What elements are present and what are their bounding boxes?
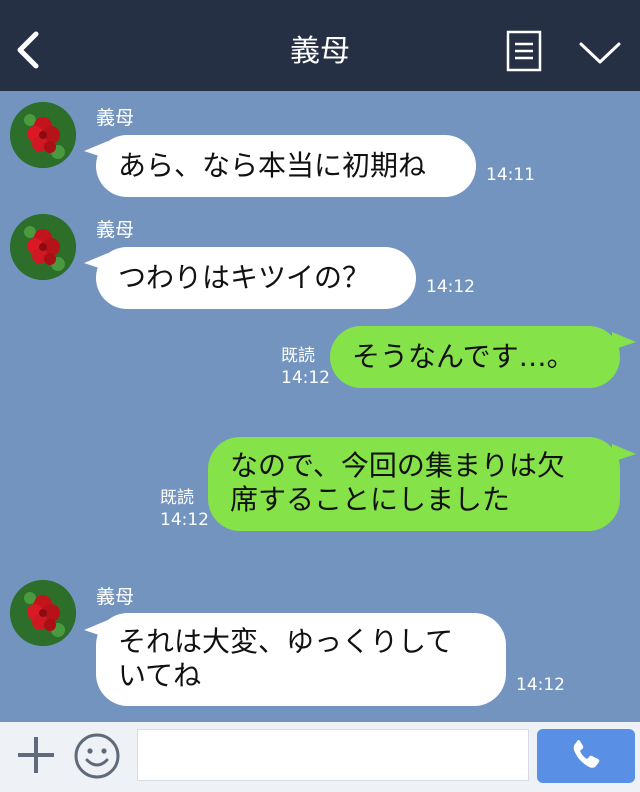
read-status: 既読 [281, 346, 315, 366]
back-button[interactable] [14, 30, 44, 70]
chevron-left-icon [17, 31, 39, 69]
incoming-message-bubble[interactable]: それは大変、ゆっくりして いてね [96, 613, 506, 706]
sender-name: 義母 [96, 219, 135, 241]
sender-name: 義母 [96, 107, 135, 129]
emoji-button[interactable] [74, 733, 120, 779]
flower-avatar-image [10, 102, 76, 168]
message-time: 14:12 [281, 368, 330, 388]
outgoing-message-bubble[interactable]: そうなんです…。 [330, 326, 620, 388]
phone-icon [573, 740, 600, 768]
menu-list-icon [506, 30, 542, 72]
sender-name: 義母 [96, 586, 135, 608]
incoming-message-bubble[interactable]: つわりはキツイの？ [96, 247, 416, 309]
incoming-message-bubble[interactable]: あら、なら本当に初期ね [96, 135, 476, 197]
menu-button[interactable] [506, 30, 542, 72]
bubble-tail [612, 332, 636, 350]
avatar[interactable] [10, 102, 76, 168]
chat-header: 義母 [0, 0, 640, 91]
message-text-line: いてね [118, 659, 202, 692]
avatar[interactable] [10, 214, 76, 280]
call-button[interactable] [537, 729, 635, 783]
smiley-icon [74, 733, 120, 779]
read-receipt: 既読 14:12 [160, 487, 209, 531]
collapse-button[interactable] [578, 38, 622, 68]
chevron-down-icon [579, 42, 621, 64]
chat-area[interactable]: 義母 あら、なら本当に初期ね 14:11 義母 つわりはキツイの？ 14:12 … [0, 91, 640, 722]
outgoing-message-bubble[interactable]: なので、今回の集まりは欠 席することにしました [208, 437, 620, 531]
message-text-line: 席することにしました [230, 483, 511, 516]
plus-icon [18, 737, 54, 773]
avatar[interactable] [10, 580, 76, 646]
message-text: つわりはキツイの？ [118, 261, 371, 294]
message-text: そうなんです…。 [352, 340, 575, 373]
message-text: あら、なら本当に初期ね [118, 149, 427, 182]
message-time: 14:12 [426, 277, 475, 297]
bubble-tail [612, 444, 636, 462]
message-text-line: なので、今回の集まりは欠 [230, 449, 565, 482]
read-receipt: 既読 14:12 [281, 345, 330, 389]
read-status: 既読 [160, 488, 194, 508]
chat-title: 義母 [290, 34, 350, 69]
message-text-line: それは大変、ゆっくりして [118, 625, 454, 658]
flower-avatar-image [10, 580, 76, 646]
message-time: 14:12 [516, 675, 565, 695]
message-time: 14:11 [486, 165, 535, 185]
message-input[interactable] [137, 729, 529, 781]
message-time: 14:12 [160, 510, 209, 530]
flower-avatar-image [10, 214, 76, 280]
add-button[interactable] [14, 733, 58, 777]
